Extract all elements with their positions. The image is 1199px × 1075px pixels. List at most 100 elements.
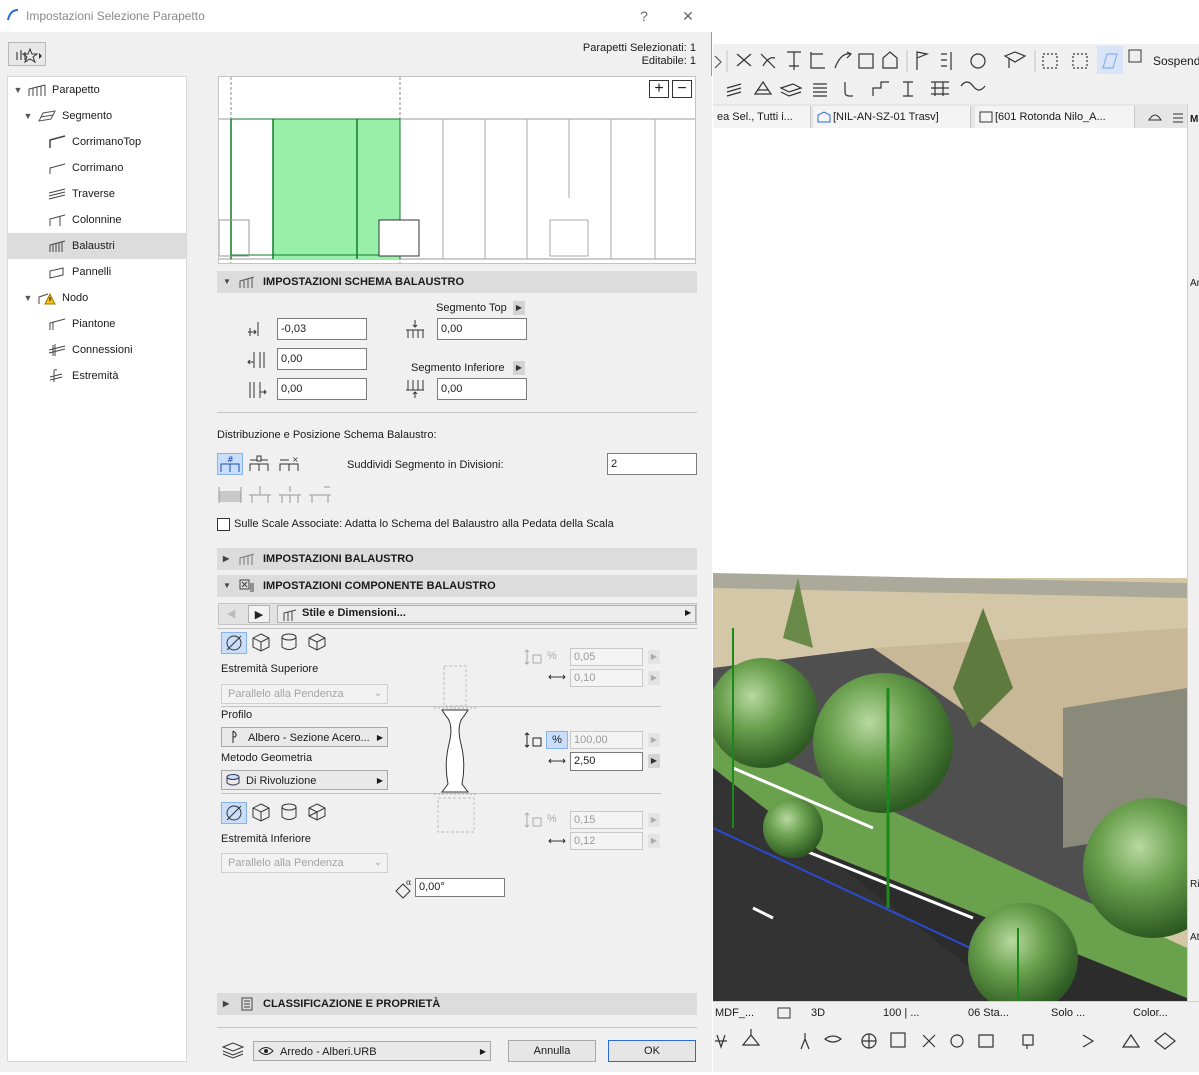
distribute-by-number-toggle[interactable]: # (217, 453, 243, 475)
favorites-button[interactable] (8, 42, 46, 66)
divisions-input[interactable]: 2 (607, 453, 697, 475)
previous-arrow-icon[interactable]: ◀ (220, 605, 242, 623)
top-end-cylinder-toggle[interactable] (277, 632, 303, 654)
status-view[interactable]: 3D (811, 1007, 825, 1019)
top-end-custom-toggle[interactable] (305, 632, 331, 654)
tab-label: [NIL-AN-SZ-01 Trasv] (833, 111, 939, 123)
tree-item-label: Segmento (62, 110, 113, 122)
height-lock-icon[interactable] (524, 731, 544, 749)
top-end-box-toggle[interactable] (249, 632, 275, 654)
status-model[interactable]: MDF_... (715, 1007, 754, 1019)
stairs-label: Sulle Scale Associate: Adatta lo Schema … (234, 518, 614, 530)
suspend-groups-button[interactable]: Sospend (1129, 50, 1199, 72)
tab-section[interactable]: [NIL-AN-SZ-01 Trasv] (813, 106, 971, 128)
profile-dropdown[interactable]: Albero - Sezione Acero... ▶ (221, 727, 388, 747)
tab-menu-icon[interactable] (1147, 108, 1187, 124)
classification-section-header[interactable]: ▶ CLASSIFICAZIONE E PROPRIETÀ (217, 993, 697, 1015)
offset-left-input[interactable]: 0,00 (277, 348, 367, 370)
top-end-width-input: 0,10 (570, 669, 643, 687)
view-tabs: ea Sel., Tutti i... [NIL-AN-SZ-01 Trasv]… (713, 104, 1199, 128)
body-width-arrow[interactable]: ▶ (648, 754, 660, 768)
close-button[interactable]: ✕ (676, 6, 700, 26)
segment-top-input[interactable]: 0,00 (437, 318, 527, 340)
tree-item-estremita[interactable]: Estremità (8, 363, 186, 389)
status-color[interactable]: Color... (1133, 1007, 1168, 1019)
bottom-end-dropdown: Parallelo alla Pendenza ⌄ (221, 853, 388, 873)
layer-dropdown[interactable]: Arredo - Alberi.URB ▶ (253, 1041, 491, 1061)
ok-button[interactable]: OK (608, 1040, 696, 1062)
tree-item-corrimanotop[interactable]: CorrimanoTop (8, 129, 186, 155)
status-scale[interactable]: 100 | ... (883, 1007, 920, 1019)
custom-end-icon (308, 633, 326, 651)
chevron-down-icon[interactable]: ▼ (23, 285, 33, 311)
style-dimensions-dropdown[interactable]: Stile e Dimensioni... ▶ (277, 605, 696, 623)
divider (217, 412, 697, 413)
segment-top-arrow[interactable]: ▶ (513, 301, 525, 315)
sidebar-letter: Ar (1190, 278, 1199, 289)
angle-input[interactable]: 0,00° (415, 878, 505, 897)
baluster-shape-preview (434, 665, 478, 833)
segment-bottom-input[interactable]: 0,00 (437, 378, 527, 400)
3d-viewport[interactable] (713, 128, 1187, 1001)
tree-item-traverse[interactable]: Traverse (8, 181, 186, 207)
tree-item-parapetto[interactable]: ▼ Parapetto (8, 77, 186, 103)
component-section-header[interactable]: ▼ IMPOSTAZIONI COMPONENTE BALAUSTRO (217, 575, 697, 597)
bottom-end-custom-toggle[interactable] (305, 802, 331, 824)
zoom-out-button[interactable]: − (672, 80, 692, 98)
align-center-toggle (247, 483, 273, 505)
tree-item-connessioni[interactable]: Connessioni (8, 337, 186, 363)
tree-item-label: Balaustri (72, 240, 115, 252)
body-width-input[interactable]: 2,50 (570, 752, 643, 771)
status-bar: MDF_... 3D 100 | ... 06 Sta... Solo ... … (713, 1001, 1199, 1025)
bottom-end-none-toggle[interactable] (221, 802, 247, 824)
no-end-icon (226, 805, 242, 821)
custom-end-icon (308, 803, 326, 821)
status-structure[interactable]: 06 Sta... (968, 1007, 1009, 1019)
offset-right-input[interactable]: 0,00 (277, 378, 367, 400)
stairs-checkbox[interactable] (217, 518, 230, 531)
tree-item-colonnine[interactable]: Colonnine (8, 207, 186, 233)
chevron-right-icon[interactable]: ▶ (223, 548, 229, 570)
segment-icon (38, 110, 56, 122)
help-button[interactable]: ? (632, 6, 656, 26)
end-icon (49, 369, 63, 382)
schema-section-header[interactable]: ▼ IMPOSTAZIONI SCHEMA BALAUSTRO (217, 271, 697, 293)
chevron-down-icon[interactable]: ▼ (13, 77, 23, 103)
distribute-fixed-distance-toggle[interactable] (247, 453, 273, 475)
tree-item-balaustri[interactable]: Balaustri (8, 233, 186, 259)
geometry-dropdown[interactable]: Di Rivoluzione ▶ (221, 770, 388, 790)
bottom-end-cylinder-toggle[interactable] (277, 802, 303, 824)
tree-item-label: Colonnine (72, 214, 122, 226)
tree-item-piantone[interactable]: Piantone (8, 311, 186, 337)
tree-item-corrimano[interactable]: Corrimano (8, 155, 186, 181)
cancel-button[interactable]: Annulla (508, 1040, 596, 1062)
next-arrow-icon[interactable]: ▶ (248, 605, 270, 623)
tree-item-pannelli[interactable]: Pannelli (8, 259, 186, 285)
balusters-icon (49, 240, 66, 252)
top-end-none-toggle[interactable] (221, 632, 247, 654)
bottom-end-box-toggle[interactable] (249, 802, 275, 824)
chevron-right-icon[interactable]: ▶ (223, 993, 229, 1015)
chevron-down-icon[interactable]: ▼ (223, 271, 231, 293)
chevron-down-icon[interactable]: ▼ (223, 575, 231, 597)
offset-start-input[interactable]: -0,03 (277, 318, 367, 340)
zoom-in-button[interactable]: + (649, 80, 669, 98)
tab-layout[interactable]: [601 Rotonda Nilo_A... (975, 106, 1135, 128)
status-filter[interactable]: Solo ... (1051, 1007, 1085, 1019)
width-icon (548, 674, 566, 680)
tree-item-segmento[interactable]: ▼ Segmento (8, 103, 186, 129)
top-end-height-arrow: ▶ (648, 650, 660, 664)
baluster-section-header[interactable]: ▶ IMPOSTAZIONI BALAUSTRO (217, 548, 697, 570)
eye-icon (258, 1047, 274, 1055)
layers-icon (221, 1042, 245, 1059)
percent-toggle[interactable]: % (546, 731, 568, 749)
chevron-down-icon[interactable]: ▼ (23, 103, 33, 129)
pattern-preview[interactable]: + − (218, 76, 696, 264)
percent-icon: % (547, 813, 557, 825)
tab-selection[interactable]: ea Sel., Tutti i... (713, 106, 811, 128)
distribute-max-distance-toggle[interactable]: × (277, 453, 303, 475)
bottom-end-label: Estremità Inferiore (221, 833, 311, 845)
segment-bottom-arrow[interactable]: ▶ (513, 361, 525, 375)
tree-item-nodo[interactable]: ▼ Nodo (8, 285, 186, 311)
body-height-input: 100,00 (570, 731, 643, 749)
